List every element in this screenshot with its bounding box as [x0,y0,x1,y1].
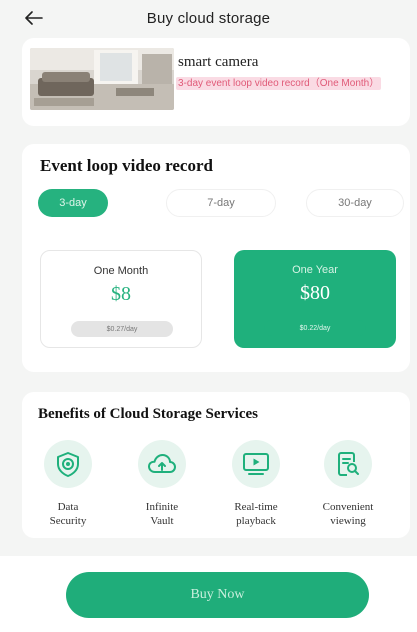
benefits-title: Benefits of Cloud Storage Services [38,406,258,422]
plan-tag-text: 3-day event loop video record（One Month） [176,77,382,90]
top-bar: Buy cloud storage [0,0,417,36]
benefit-label: Data Security [49,501,87,527]
plan-period: One Month [93,265,149,277]
plan-period: One Year [292,264,338,276]
benefit-convenient-viewing: Convenient viewing [308,440,388,534]
benefit-label: Convenient viewing [322,501,374,527]
plan-option-yearly[interactable]: One Year $80 $0.22/day [234,250,396,348]
buy-now-button[interactable]: Buy Now [66,572,369,618]
product-name: smart camera [178,54,259,70]
bottom-bar: Buy Now [0,556,417,632]
benefits-card: Benefits of Cloud Storage Services Data … [22,392,410,538]
benefit-real-time-playback: Real-time playback [216,440,296,534]
benefit-data-security: Data Security [28,440,108,534]
product-thumbnail [30,48,174,110]
tab-30-day[interactable]: 30-day [306,189,404,217]
plan-section-title: Event loop video record [40,156,213,175]
tab-3-day[interactable]: 3-day [38,189,108,217]
plan-card: Event loop video record 3-day 7-day 30-d… [22,144,410,372]
benefit-label: Real-time playback [234,501,278,527]
plan-price: $8 [111,283,131,305]
plan-daily-note: $0.22/day [264,320,366,336]
plan-option-monthly[interactable]: One Month $8 $0.27/day [40,250,202,348]
cloud-icon [138,440,186,488]
play-screen-icon [232,440,280,488]
benefit-label: Infinite Vault [145,501,179,527]
shield-eye-icon [44,440,92,488]
benefit-infinite-vault: Infinite Vault [122,440,202,534]
plan-daily-note: $0.27/day [71,321,173,337]
back-button[interactable] [22,6,46,30]
document-search-icon [324,440,372,488]
plan-tag: 3-day event loop video record（One Month） [176,76,406,91]
page-title: Buy cloud storage [146,9,271,27]
duration-tabs: 3-day 7-day 30-day [38,189,404,217]
plan-price: $80 [300,282,330,304]
tab-7-day[interactable]: 7-day [166,189,276,217]
product-card: smart camera 3-day event loop video reco… [22,38,410,126]
arrow-left-icon [25,11,43,25]
